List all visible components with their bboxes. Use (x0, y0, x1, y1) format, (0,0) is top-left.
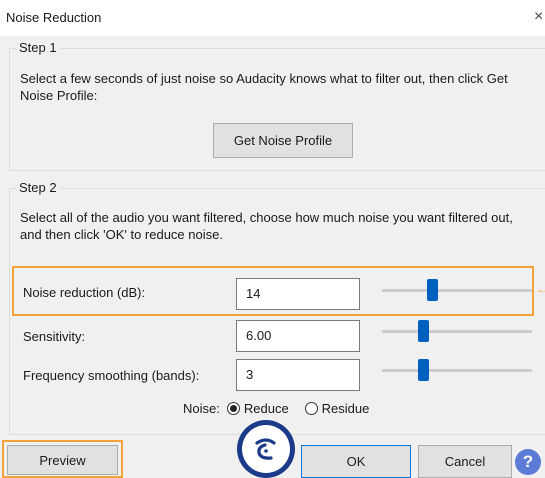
noise-reduction-slider-thumb[interactable] (426, 279, 438, 301)
noise-mode-label: Noise: (183, 401, 220, 416)
noise-mode-group: Noise: Reduce Residue (183, 401, 369, 416)
logo-icon (237, 420, 295, 478)
noise-reduction-label: Noise reduction (dB): (23, 285, 146, 300)
frequency-smoothing-slider-track[interactable] (382, 369, 532, 372)
title-bar: Noise Reduction × (0, 0, 545, 36)
frequency-smoothing-input[interactable]: 3 (236, 359, 360, 391)
frequency-smoothing-label: Frequency smoothing (bands): (23, 368, 200, 383)
step1-legend: Step 1 (16, 40, 60, 55)
step2-instructions: Select all of the audio you want filtere… (20, 210, 513, 242)
step1-instructions: Select a few seconds of just noise so Au… (20, 71, 508, 103)
noise-reduction-slider-track[interactable] (382, 289, 532, 292)
residue-radio[interactable] (304, 402, 318, 415)
step2-legend: Step 2 (16, 180, 60, 195)
dialog-body: Step 1 Select a few seconds of just nois… (0, 36, 545, 478)
reduce-radio[interactable] (226, 402, 240, 415)
sensitivity-slider-thumb[interactable] (417, 320, 429, 342)
sensitivity-input[interactable]: 6.00 (236, 320, 360, 352)
cancel-button[interactable]: Cancel (418, 445, 512, 478)
close-icon[interactable]: × (534, 8, 543, 26)
pointer-arrow-icon: ← (536, 282, 545, 296)
get-noise-profile-button[interactable]: Get Noise Profile (213, 123, 353, 158)
window-title: Noise Reduction (6, 10, 102, 25)
sensitivity-slider-track[interactable] (382, 330, 532, 333)
noise-reduction-input[interactable]: 14 (236, 278, 360, 310)
sensitivity-label: Sensitivity: (23, 329, 86, 344)
preview-button[interactable]: Preview (7, 445, 118, 475)
frequency-smoothing-slider-thumb[interactable] (417, 359, 429, 381)
ok-button[interactable]: OK (301, 445, 411, 478)
reduce-radio-label[interactable]: Reduce (244, 401, 289, 416)
help-icon[interactable]: ? (515, 449, 541, 475)
residue-radio-label[interactable]: Residue (322, 401, 370, 416)
